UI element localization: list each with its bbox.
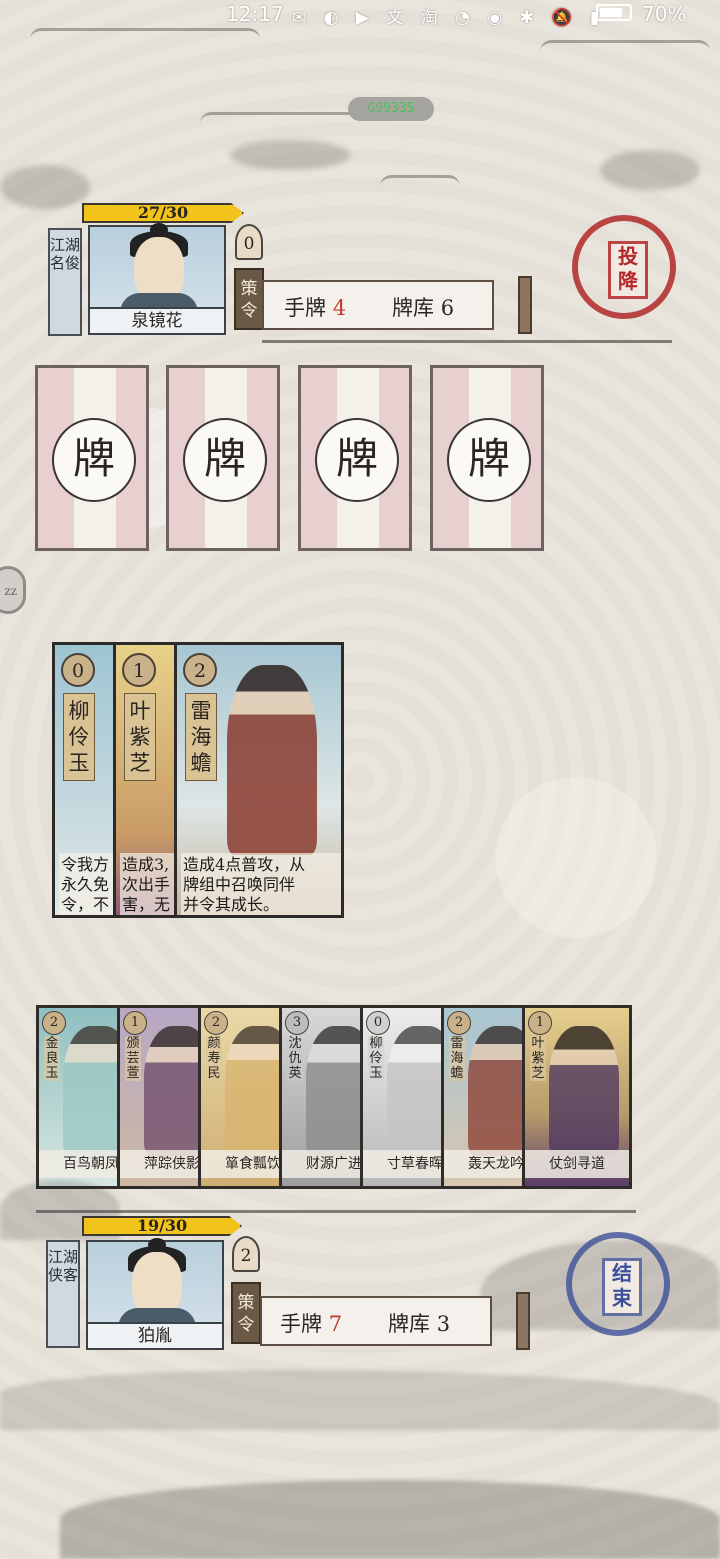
cloud-decoration <box>540 40 710 63</box>
divider <box>36 1210 636 1213</box>
card-name: 金良玉 <box>44 1036 60 1081</box>
card-name: 柳伶玉 <box>368 1036 384 1081</box>
cloud-decoration <box>30 28 260 51</box>
cloud-decoration <box>230 140 350 170</box>
card-name: 叶紫芝 <box>124 693 156 781</box>
opponent-deck-count: 6 <box>440 296 455 320</box>
player-hp-bar: 19/30 <box>82 1216 242 1236</box>
opponent-portrait[interactable]: 泉镜花 <box>88 223 226 335</box>
player-strategy-points: 2 <box>232 1236 260 1272</box>
card-description: 令我方 永久免 令，不 <box>59 853 119 915</box>
card-back-seal: 牌 <box>447 418 531 502</box>
player-deck-count: 3 <box>436 1312 451 1336</box>
card-name: 沈仇英 <box>287 1036 303 1081</box>
player-strategy-tab: 策令 <box>231 1282 261 1344</box>
played-card[interactable]: 2 雷海蟾 造成4点普攻，从 牌组中召唤同伴 并令其成长。 <box>174 642 344 918</box>
card-name: 雷海蟾 <box>185 693 217 781</box>
portrait-face <box>134 237 184 301</box>
divider <box>262 340 672 343</box>
surrender-button[interactable]: 投降 <box>572 215 676 319</box>
opponent-strategy-points: 0 <box>235 224 263 260</box>
card-back-seal: 牌 <box>183 418 267 502</box>
portrait-hair-bun <box>150 223 168 237</box>
card-cost: 1 <box>123 1011 147 1035</box>
scroll-roller <box>516 1292 530 1350</box>
end-turn-label: 结束 <box>602 1258 642 1316</box>
card-cost: 1 <box>528 1011 552 1035</box>
card-figure <box>549 1026 619 1156</box>
card-cost: 2 <box>42 1011 66 1035</box>
card-name: 颁芸萱 <box>125 1036 141 1081</box>
player-hand-count: 7 <box>328 1312 343 1336</box>
status-icons: ✉ ◐ ▶ 文 淘 ◔ ◉ ✱ 🔕 ▮ <box>292 8 606 28</box>
card-name: 颜寿民 <box>206 1036 222 1081</box>
battery-percent: 70% <box>642 2 687 26</box>
card-name: 叶紫芝 <box>530 1036 546 1081</box>
card-cost: 0 <box>61 653 95 687</box>
opponent-hp-bar: 27/30 <box>82 203 244 223</box>
card-description: 造成4点普攻，从 牌组中召唤同伴 并令其成长。 <box>181 853 341 915</box>
battery-icon <box>596 4 632 21</box>
opponent-info-scroll: 手牌 4 牌库 6 <box>262 276 532 334</box>
card-cost: 2 <box>204 1011 228 1035</box>
opponent-strategy-tab: 策令 <box>234 268 264 330</box>
cloud-decoration <box>600 150 700 190</box>
played-card[interactable]: 0 柳伶玉 令我方 永久免 令，不 <box>52 642 122 918</box>
card-skill: 仗剑寻道 <box>525 1150 629 1178</box>
side-drawer-handle[interactable]: zz <box>0 566 26 614</box>
opponent-hand-count: 4 <box>332 296 347 320</box>
opponent-deck-label: 牌库 <box>392 296 434 320</box>
player-hand-label: 手牌 <box>280 1312 322 1336</box>
face-down-card: 牌 <box>298 365 412 551</box>
opponent-title-tag: 江湖名俊 <box>48 228 82 336</box>
card-cost: 2 <box>447 1011 471 1035</box>
opponent-hand-label: 手牌 <box>284 296 326 320</box>
end-turn-button[interactable]: 结束 <box>566 1232 670 1336</box>
opponent-name: 泉镜花 <box>90 307 224 333</box>
scroll-roller <box>518 276 532 334</box>
player-name: 狛胤 <box>88 1322 222 1348</box>
cloud-decoration <box>200 112 360 135</box>
card-back-seal: 牌 <box>52 418 136 502</box>
ink-mountain-decoration <box>0 1370 720 1430</box>
card-cost: 1 <box>122 653 156 687</box>
card-description: 造成3, 次出手 害，无 <box>120 853 182 915</box>
card-cost: 3 <box>285 1011 309 1035</box>
portrait-face <box>132 1252 182 1316</box>
face-down-card: 牌 <box>35 365 149 551</box>
cloud-decoration <box>0 165 90 209</box>
card-figure <box>227 665 317 855</box>
card-name: 雷海蟾 <box>449 1036 465 1081</box>
status-time: 12:17 <box>226 2 284 26</box>
hand-card[interactable]: 1 叶紫芝 仗剑寻道 <box>522 1005 632 1189</box>
face-down-card: 牌 <box>166 365 280 551</box>
player-info-scroll: 手牌 7 牌库 3 <box>260 1292 530 1350</box>
player-deck-label: 牌库 <box>388 1312 430 1336</box>
card-cost: 0 <box>366 1011 390 1035</box>
status-bar: 12:17 ✉ ◐ ▶ 文 淘 ◔ ◉ ✱ 🔕 ▮ 70% <box>0 0 720 28</box>
card-cost: 2 <box>183 653 217 687</box>
card-back-seal: 牌 <box>315 418 399 502</box>
surrender-label: 投降 <box>608 241 648 299</box>
face-down-card: 牌 <box>430 365 544 551</box>
player-portrait[interactable]: 狛胤 <box>86 1238 224 1350</box>
player-title-tag: 江湖侠客 <box>46 1240 80 1348</box>
cloud-decoration <box>380 175 460 198</box>
card-name: 柳伶玉 <box>63 693 95 781</box>
portrait-hair-bun <box>148 1238 166 1252</box>
ink-mountain-decoration <box>60 1480 720 1559</box>
speed-pill[interactable]: G9933S <box>348 97 434 121</box>
